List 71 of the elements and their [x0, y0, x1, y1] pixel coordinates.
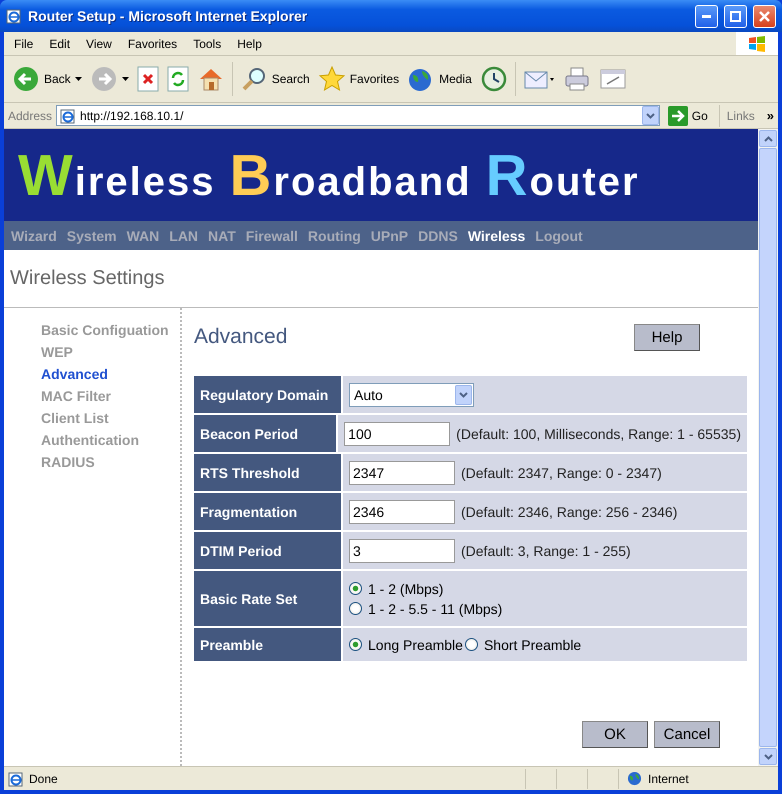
caret-icon: [74, 77, 82, 81]
menu-item[interactable]: File: [6, 36, 42, 50]
radio-option[interactable]: Long Preamble: [349, 636, 463, 652]
chevron-up-icon: [764, 136, 772, 142]
minimize-icon: [702, 14, 711, 18]
links-label[interactable]: Links: [726, 108, 755, 122]
media-button[interactable]: Media: [403, 59, 476, 99]
page-title: Wireless Settings: [4, 250, 758, 308]
close-icon: [759, 10, 770, 22]
address-field[interactable]: http://192.168.10.1/: [56, 105, 660, 126]
back-button[interactable]: Back: [8, 59, 86, 99]
minimize-button[interactable]: [695, 4, 718, 28]
browser-icon: [6, 8, 22, 24]
text-input[interactable]: 2347: [349, 460, 455, 484]
radio-option[interactable]: Short Preamble: [464, 636, 582, 652]
menu-item[interactable]: View: [78, 36, 120, 50]
hint-text: (Default: 100, Milliseconds, Range: 1 - 65535): [456, 426, 741, 442]
text-input[interactable]: 2346: [349, 500, 455, 524]
windows-flag-icon: [748, 36, 766, 52]
radio-option[interactable]: 1 - 2 - 5.5 - 11 (Mbps): [349, 600, 502, 616]
setting-label: Beacon Period: [194, 415, 336, 452]
banner-word: Router: [486, 147, 640, 205]
scrollbar[interactable]: [758, 129, 778, 766]
help-button[interactable]: Help: [634, 324, 700, 350]
radio-option[interactable]: 1 - 2 (Mbps): [349, 580, 502, 596]
star-icon: [318, 65, 346, 93]
maximize-button[interactable]: [724, 4, 747, 28]
page-icon: [60, 108, 76, 124]
section-title: Advanced: [194, 325, 288, 349]
text-input[interactable]: 3: [349, 538, 455, 562]
dialog-button[interactable]: OK: [582, 721, 648, 748]
globe-icon: [627, 771, 642, 786]
hint-text: (Default: 2346, Range: 256 - 2346): [461, 504, 678, 520]
stop-icon: [136, 66, 159, 92]
status-text: Done: [29, 772, 59, 786]
go-button[interactable]: Go: [664, 104, 712, 128]
setting-label: Regulatory Domain: [194, 376, 341, 413]
hint-text: (Default: 3, Range: 1 - 255): [461, 542, 631, 558]
setting-label: Basic Rate Set: [194, 571, 341, 626]
caret-icon: [122, 77, 129, 81]
search-button[interactable]: Search: [236, 59, 314, 99]
setting-label: Preamble: [194, 628, 341, 661]
printer-icon: [562, 65, 591, 93]
zone-label: Internet: [648, 772, 689, 786]
sidebar-link[interactable]: Advanced: [41, 366, 180, 382]
menu-item[interactable]: Tools: [185, 36, 230, 50]
chevron-down-icon: [459, 392, 468, 398]
nav-link[interactable]: Wireless: [468, 228, 526, 244]
window-title: Router Setup - Microsoft Internet Explorer: [28, 8, 308, 24]
more-links-chevron[interactable]: »: [758, 108, 778, 123]
banner-word: Wireless: [18, 147, 216, 205]
hint-text: (Default: 2347, Range: 0 - 2347): [461, 464, 662, 480]
setting-label: RTS Threshold: [194, 454, 341, 491]
menu-item[interactable]: Favorites: [120, 36, 186, 50]
menu-item[interactable]: Help: [229, 36, 270, 50]
favorites-button[interactable]: Favorites: [314, 59, 404, 99]
clock-icon: [480, 65, 508, 93]
text-input[interactable]: 100: [344, 422, 450, 446]
refresh-icon: [166, 66, 189, 92]
address-label: Address: [8, 108, 52, 122]
setting-label: DTIM Period: [194, 532, 341, 569]
menu-item[interactable]: Edit: [41, 36, 78, 50]
chevron-down-icon: [646, 112, 655, 118]
chevron-down-icon: [764, 754, 772, 760]
dialog-button[interactable]: Cancel: [654, 721, 720, 748]
banner-word: Broadband: [230, 147, 472, 205]
dropdown-field[interactable]: Auto: [349, 382, 474, 406]
setting-label: Fragmentation: [194, 493, 341, 530]
maximize-icon: [730, 10, 741, 22]
close-button[interactable]: [753, 4, 776, 28]
page-icon: [8, 770, 24, 786]
